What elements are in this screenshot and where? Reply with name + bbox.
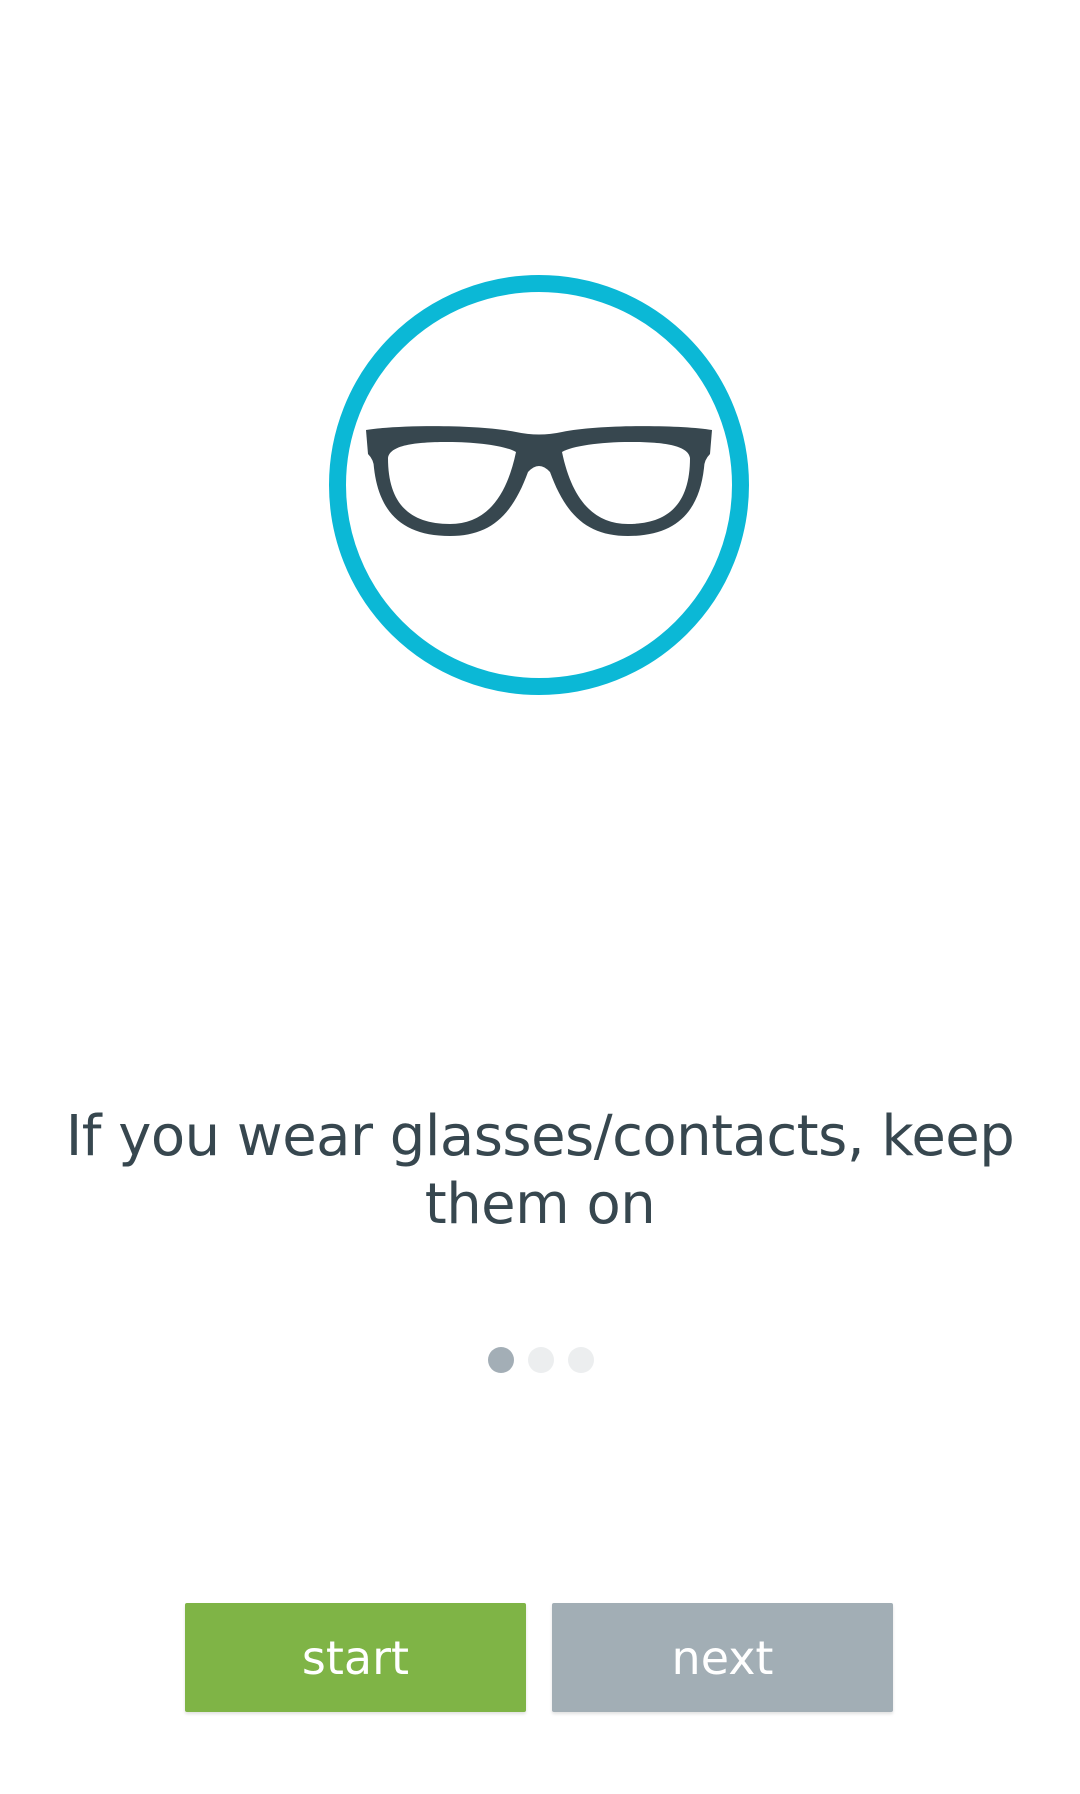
start-button[interactable]: start [185,1603,526,1712]
onboarding-screen: If you wear glasses/contacts, keep them … [0,0,1080,1794]
page-indicator [0,1347,1080,1373]
instruction-text: If you wear glasses/contacts, keep them … [65,1104,1015,1237]
page-dot-1[interactable] [488,1347,514,1373]
page-dot-2[interactable] [528,1347,554,1373]
glasses-icon [366,426,712,536]
page-dot-3[interactable] [568,1347,594,1373]
next-button[interactable]: next [552,1603,893,1712]
glasses-illustration [329,275,749,695]
